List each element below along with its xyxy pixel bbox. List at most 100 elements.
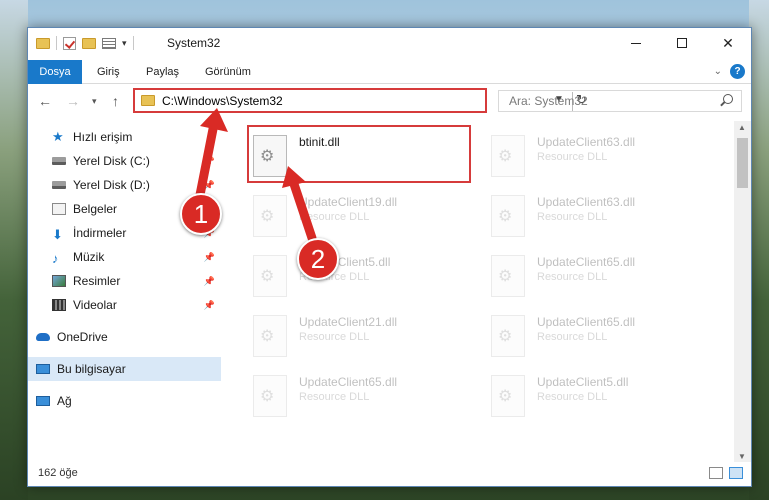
documents-icon bbox=[52, 203, 66, 215]
nav-item-label: OneDrive bbox=[57, 330, 108, 344]
toolbar-separator bbox=[132, 36, 134, 50]
file-item[interactable]: UpdateClient65.dll Resource DLL bbox=[249, 367, 479, 423]
dll-file-icon bbox=[491, 375, 525, 417]
file-list: btinit.dll UpdateClient63.dll Resource D… bbox=[223, 121, 737, 463]
pictures-icon bbox=[52, 275, 66, 287]
file-item[interactable]: UpdateClient65.dll Resource DLL bbox=[487, 307, 717, 363]
dll-file-icon bbox=[253, 255, 287, 297]
file-type: Resource DLL bbox=[299, 331, 370, 343]
file-type: Resource DLL bbox=[299, 211, 370, 223]
nav-item-quick-access[interactable]: ★ Hızlı erişim bbox=[28, 125, 221, 149]
window-title: System32 bbox=[167, 36, 221, 50]
this-pc-icon bbox=[36, 364, 50, 374]
dll-file-icon bbox=[253, 195, 287, 237]
file-type: Resource DLL bbox=[537, 391, 608, 403]
search-box[interactable]: Ara: System32 bbox=[498, 90, 742, 112]
customize-toolbar-icon[interactable] bbox=[102, 37, 116, 49]
network-icon bbox=[36, 396, 50, 406]
toolbar-separator bbox=[56, 36, 57, 50]
nav-item-label: Yerel Disk (C:) bbox=[73, 154, 150, 168]
file-name: UpdateClient21.dll bbox=[299, 315, 398, 329]
nav-item-onedrive[interactable]: OneDrive bbox=[28, 325, 221, 349]
star-icon: ★ bbox=[52, 129, 64, 144]
ribbon-expand-icon[interactable]: ⌄ bbox=[714, 66, 722, 77]
nav-item-label: Belgeler bbox=[73, 202, 118, 216]
tab-share[interactable]: Paylaş bbox=[146, 60, 179, 84]
step-badge-1: 1 bbox=[180, 193, 222, 235]
drive-icon bbox=[52, 181, 66, 189]
scroll-up-icon[interactable]: ▲ bbox=[738, 123, 746, 132]
vertical-scrollbar[interactable]: ▲ ▼ bbox=[734, 121, 751, 463]
desktop-background-right bbox=[749, 0, 769, 500]
file-item[interactable]: UpdateClient5.dll Resource DLL bbox=[487, 367, 717, 423]
nav-item-this-pc[interactable]: Bu bilgisayar bbox=[28, 357, 221, 381]
file-name: UpdateClient65.dll bbox=[299, 375, 398, 389]
dll-file-icon bbox=[253, 375, 287, 417]
minimize-button[interactable] bbox=[613, 28, 659, 58]
dll-file-icon bbox=[491, 255, 525, 297]
nav-item-pictures[interactable]: Resimler 📌 bbox=[28, 269, 221, 293]
maximize-button[interactable] bbox=[659, 28, 705, 58]
new-folder-icon[interactable] bbox=[82, 37, 96, 49]
pin-icon[interactable]: 📌 bbox=[204, 276, 215, 287]
pin-icon[interactable]: 📌 bbox=[204, 300, 215, 311]
file-item[interactable]: UpdateClient63.dll Resource DLL bbox=[487, 127, 717, 183]
help-icon[interactable]: ? bbox=[730, 64, 745, 79]
nav-item-label: Resimler bbox=[73, 274, 121, 288]
maximize-icon bbox=[677, 38, 687, 48]
search-placeholder: Ara: System32 bbox=[509, 94, 588, 108]
file-name: UpdateClient19.dll bbox=[299, 195, 398, 209]
address-bar[interactable]: C:\Windows\System32 ▼ ↻ bbox=[133, 88, 587, 113]
recent-locations-icon[interactable]: ▾ bbox=[92, 96, 97, 107]
window-controls: ✕ bbox=[613, 28, 751, 58]
back-arrow-icon[interactable]: ← bbox=[38, 93, 52, 109]
tab-view[interactable]: Görünüm bbox=[205, 60, 251, 84]
close-icon: ✕ bbox=[722, 34, 734, 51]
drive-icon bbox=[52, 157, 66, 165]
status-bar: 162 öğe bbox=[28, 462, 751, 486]
chevron-down-icon[interactable]: ▾ bbox=[122, 38, 127, 49]
quick-access-toolbar: ▾ bbox=[36, 36, 134, 50]
details-view-icon[interactable] bbox=[709, 467, 723, 479]
file-type: Resource DLL bbox=[537, 331, 608, 343]
scroll-down-icon[interactable]: ▼ bbox=[738, 452, 746, 461]
nav-item-videos[interactable]: Videolar 📌 bbox=[28, 293, 221, 317]
file-item[interactable]: UpdateClient65.dll Resource DLL bbox=[487, 247, 717, 303]
title-bar: ▾ System32 ✕ bbox=[28, 28, 751, 60]
folder-icon bbox=[141, 95, 155, 106]
forward-arrow-icon[interactable]: → bbox=[66, 93, 80, 109]
ribbon-right: ⌄ ? bbox=[714, 64, 745, 79]
file-type: Resource DLL bbox=[537, 271, 608, 283]
nav-item-label: Hızlı erişim bbox=[73, 130, 133, 144]
nav-item-music[interactable]: ♪ Müzik 📌 bbox=[28, 245, 221, 269]
search-icon bbox=[723, 94, 733, 104]
nav-item-label: Bu bilgisayar bbox=[57, 362, 126, 376]
pin-icon[interactable]: 📌 bbox=[204, 156, 215, 167]
navigation-pane: ★ Hızlı erişim Yerel Disk (C:) 📌 Yerel D… bbox=[28, 121, 221, 463]
properties-check-icon[interactable] bbox=[63, 36, 76, 50]
dll-file-icon bbox=[491, 195, 525, 237]
close-button[interactable]: ✕ bbox=[705, 28, 751, 58]
download-icon: ⬇ bbox=[52, 227, 63, 242]
file-item[interactable]: UpdateClient19.dll Resource DLL bbox=[249, 187, 479, 243]
file-item[interactable]: UpdateClient63.dll Resource DLL bbox=[487, 187, 717, 243]
file-item[interactable]: UpdateClient5.dll Resource DLL bbox=[249, 247, 479, 303]
up-arrow-icon[interactable]: ↑ bbox=[112, 93, 119, 109]
nav-item-label: Yerel Disk (D:) bbox=[73, 178, 150, 192]
nav-item-label: Videolar bbox=[73, 298, 117, 312]
pin-icon[interactable]: 📌 bbox=[204, 252, 215, 263]
file-type: Resource DLL bbox=[299, 391, 370, 403]
nav-item-network[interactable]: Ağ bbox=[28, 389, 221, 413]
nav-item-local-disk-c[interactable]: Yerel Disk (C:) 📌 bbox=[28, 149, 221, 173]
file-item[interactable]: UpdateClient21.dll Resource DLL bbox=[249, 307, 479, 363]
file-name: UpdateClient65.dll bbox=[537, 255, 636, 269]
pin-icon[interactable]: 📌 bbox=[204, 180, 215, 191]
scrollbar-thumb[interactable] bbox=[737, 138, 748, 188]
nav-item-local-disk-d[interactable]: Yerel Disk (D:) 📌 bbox=[28, 173, 221, 197]
large-icons-view-icon[interactable] bbox=[729, 467, 743, 479]
highlight-box bbox=[247, 125, 471, 183]
step-badge-2: 2 bbox=[297, 238, 339, 280]
tab-home[interactable]: Giriş bbox=[97, 60, 120, 84]
music-icon: ♪ bbox=[52, 251, 59, 266]
tab-file[interactable]: Dosya bbox=[28, 60, 82, 84]
